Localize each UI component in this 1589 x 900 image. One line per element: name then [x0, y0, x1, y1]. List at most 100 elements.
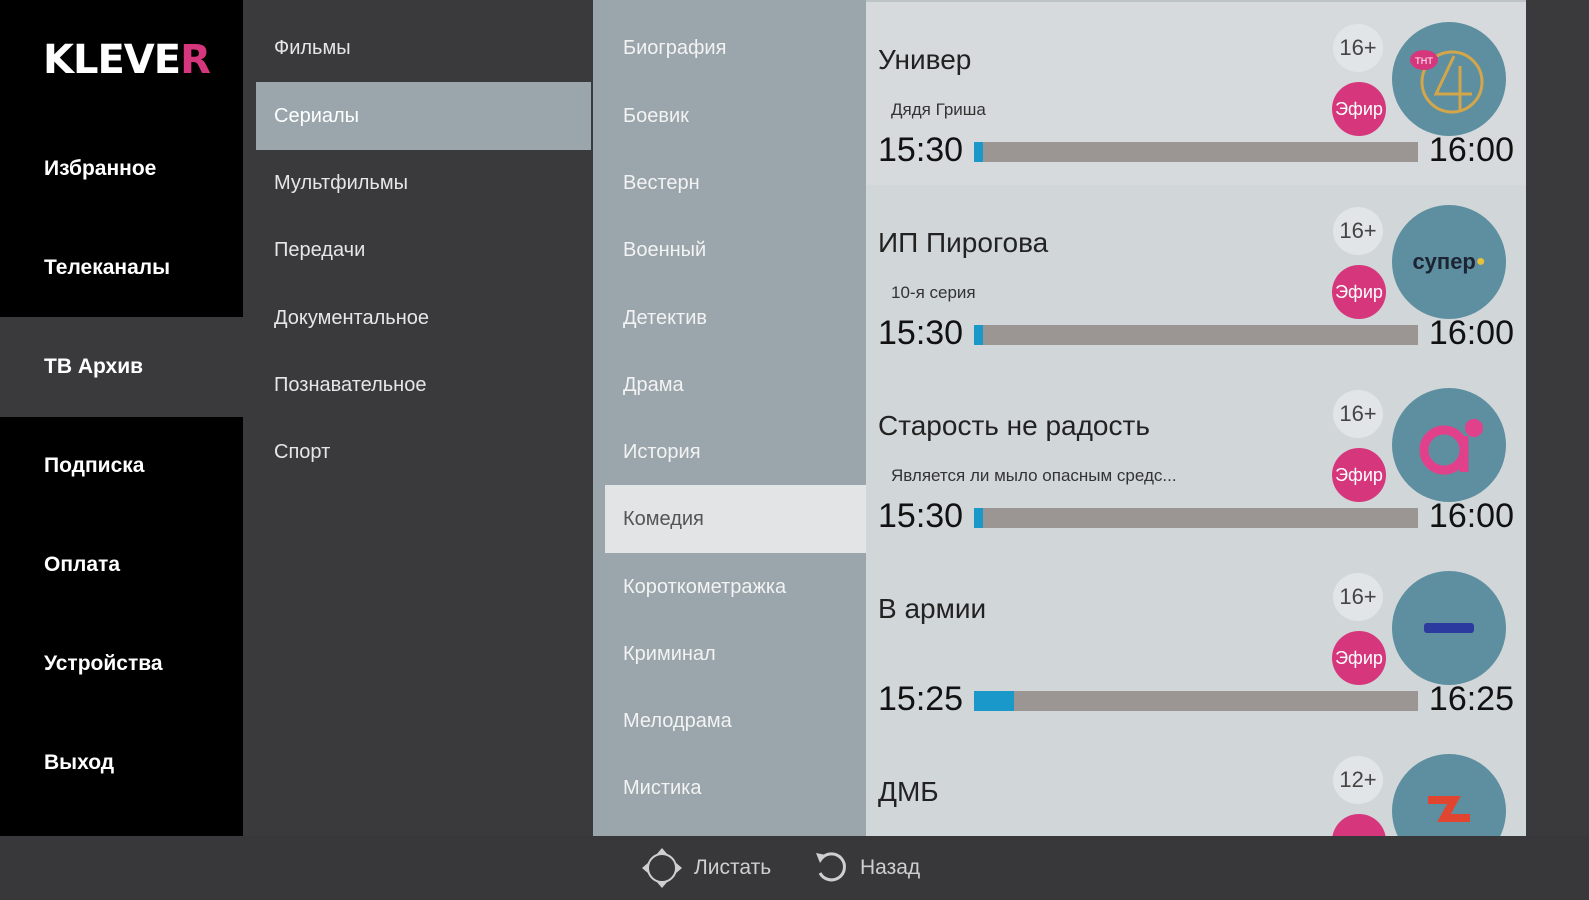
nav-item-label: Подписка	[44, 454, 145, 477]
genre-label: Короткометражка	[623, 575, 787, 598]
program-subtitle: Дядя Гриша	[891, 100, 986, 119]
back-arrow-icon	[812, 849, 850, 887]
program-title: Универ	[878, 44, 972, 75]
program-start-time: 15:30	[878, 497, 964, 535]
nav-item-label: Выход	[44, 751, 115, 774]
age-rating-badge: 12+	[1333, 756, 1383, 804]
a2-logo-icon	[1392, 388, 1506, 502]
genre-item[interactable]: Мелодрама	[605, 687, 866, 755]
program-card[interactable]: Универ Дядя Гриша 15:30 16:00 16+ Эфир Т…	[866, 2, 1526, 185]
genre-label: Биография	[623, 36, 727, 59]
category-item-films[interactable]: Фильмы	[256, 14, 591, 82]
program-progress-bar	[974, 508, 1418, 528]
nav-item-favorites[interactable]: Избранное	[0, 119, 243, 219]
category-label: Документальное	[274, 306, 429, 329]
nav-item-payment[interactable]: Оплата	[0, 515, 243, 615]
genre-item[interactable]: Биография	[605, 14, 866, 82]
category-label: Передачи	[274, 238, 366, 261]
program-card[interactable]: В армии 15:25 16:25 16+ Эфир	[866, 551, 1526, 734]
category-label: Сериалы	[274, 104, 360, 127]
genre-label: Криминал	[623, 642, 716, 665]
live-badge: Эфир	[1332, 82, 1386, 136]
category-list: Фильмы Сериалы Мультфильмы Передачи Доку…	[243, 0, 593, 836]
nav-item-tv-archive[interactable]: ТВ Архив	[0, 317, 243, 417]
category-label: Фильмы	[274, 36, 351, 59]
genre-label: Мистика	[623, 776, 702, 799]
genre-item[interactable]: Вестерн	[605, 149, 866, 217]
program-card[interactable]: ИП Пирогова 10-я серия 15:30 16:00 16+ Э…	[866, 185, 1526, 368]
scroll-hint: Листать	[640, 836, 771, 900]
live-badge: Эфир	[1332, 631, 1386, 685]
main-nav: KLEVER Избранное Телеканалы ТВ Архив Под…	[0, 0, 243, 836]
klever-logo: KLEVER	[43, 37, 211, 83]
age-rating-badge: 16+	[1333, 207, 1383, 255]
genre-label: Мелодрама	[623, 709, 732, 732]
genre-list: Биография Боевик Вестерн Военный Детекти…	[593, 0, 866, 836]
program-progress-bar	[974, 325, 1418, 345]
category-label: Спорт	[274, 440, 331, 463]
age-rating-badge: 16+	[1333, 573, 1383, 621]
nav-item-exit[interactable]: Выход	[0, 713, 243, 813]
genre-item[interactable]: Детектив	[605, 284, 866, 352]
program-end-time: 16:00	[1428, 131, 1514, 169]
genre-item[interactable]: История	[605, 418, 866, 486]
genre-item[interactable]: Драма	[605, 351, 866, 419]
category-item-cartoons[interactable]: Мультфильмы	[256, 149, 591, 217]
nav-item-subscription[interactable]: Подписка	[0, 416, 243, 516]
genre-item[interactable]: Мистика	[605, 754, 866, 822]
program-end-time: 16:00	[1428, 497, 1514, 535]
live-badge	[1332, 814, 1386, 836]
program-title: ИП Пирогова	[878, 227, 1049, 258]
nav-item-label: Оплата	[44, 553, 121, 576]
dpad-arrows-icon	[640, 846, 684, 890]
nav-item-label: Телеканалы	[44, 256, 171, 279]
program-list: Универ Дядя Гриша 15:30 16:00 16+ Эфир Т…	[866, 0, 1526, 836]
che-logo-icon	[1392, 754, 1506, 836]
category-item-shows[interactable]: Передачи	[256, 216, 591, 284]
progress-fill	[974, 325, 983, 345]
program-subtitle: Является ли мыло опасным средс...	[891, 466, 1177, 485]
program-card[interactable]: Старость не радость Является ли мыло опа…	[866, 368, 1526, 551]
back-hint[interactable]: Назад	[812, 836, 920, 900]
genre-label: Вестерн	[623, 171, 700, 194]
program-end-time: 16:00	[1428, 314, 1514, 352]
genre-label: Детектив	[623, 306, 707, 329]
back-hint-label: Назад	[860, 856, 921, 879]
nav-item-label: ТВ Архив	[44, 355, 144, 378]
category-item-documentary[interactable]: Документальное	[256, 284, 591, 352]
age-rating-badge: 16+	[1333, 390, 1383, 438]
nav-item-channels[interactable]: Телеканалы	[0, 218, 243, 318]
program-title: Старость не радость	[878, 410, 1150, 441]
genre-label: Драма	[623, 373, 684, 396]
live-badge: Эфир	[1332, 265, 1386, 319]
genre-item[interactable]: Короткометражка	[605, 553, 866, 621]
program-title: ДМБ	[878, 776, 939, 807]
channel-logo-text: супер	[1412, 249, 1476, 274]
program-start-time: 15:30	[878, 131, 964, 169]
category-label: Мультфильмы	[274, 171, 408, 194]
scroll-hint-label: Листать	[694, 856, 772, 879]
category-item-series[interactable]: Сериалы	[256, 82, 591, 150]
category-item-sport[interactable]: Спорт	[256, 418, 591, 486]
genre-label: Военный	[623, 238, 707, 261]
genre-item[interactable]: Криминал	[605, 620, 866, 688]
program-progress-bar	[974, 691, 1418, 711]
genre-item-comedy[interactable]: Комедия	[605, 485, 866, 553]
tnt4-logo-icon: ТНТ	[1392, 22, 1506, 136]
age-rating-badge: 16+	[1333, 24, 1383, 72]
category-item-educational[interactable]: Познавательное	[256, 351, 591, 419]
program-title: В армии	[878, 593, 987, 624]
program-card[interactable]: ДМБ 12+	[866, 734, 1526, 836]
live-badge: Эфир	[1332, 448, 1386, 502]
footer-hints: Листать Назад	[0, 836, 1589, 900]
progress-fill	[974, 691, 1014, 711]
program-subtitle: 10-я серия	[891, 283, 976, 302]
progress-fill	[974, 142, 983, 162]
genre-label: Комедия	[623, 507, 704, 530]
nav-item-devices[interactable]: Устройства	[0, 614, 243, 714]
program-end-time: 16:25	[1428, 680, 1514, 718]
svg-text:ТНТ: ТНТ	[1414, 57, 1433, 67]
genre-item[interactable]: Боевик	[605, 82, 866, 150]
program-start-time: 15:25	[878, 680, 964, 718]
genre-item[interactable]: Военный	[605, 216, 866, 284]
